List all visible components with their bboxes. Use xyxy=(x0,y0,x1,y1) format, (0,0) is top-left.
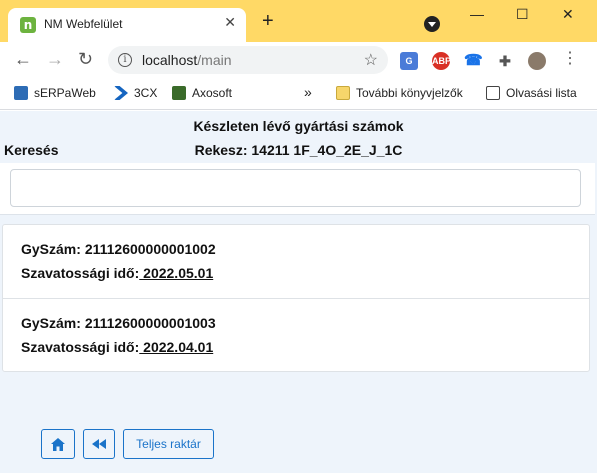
list-item[interactable]: GySzám: 21112600000001003 Szavatossági i… xyxy=(3,298,589,371)
rewind-icon xyxy=(92,439,106,449)
serial-label: GySzám: xyxy=(21,315,85,331)
back-button[interactable] xyxy=(83,429,115,459)
3cx-icon xyxy=(114,86,128,100)
warranty-date: 2022.04.01 xyxy=(139,339,214,355)
axosoft-icon xyxy=(172,86,186,100)
url-path: /main xyxy=(197,52,232,68)
serial-value: 21112600000001002 xyxy=(84,241,216,257)
serpaweb-icon xyxy=(14,86,28,100)
warranty-date: 2022.05.01 xyxy=(139,265,214,281)
search-section xyxy=(0,163,595,215)
url-host: localhost xyxy=(142,52,198,68)
other-bookmarks[interactable]: További könyvjelzők xyxy=(336,86,463,100)
bookmark-star-icon[interactable]: ☆ xyxy=(364,50,378,70)
search-input[interactable] xyxy=(10,169,581,207)
folder-icon xyxy=(336,86,350,100)
shelf-label: Rekesz: 14211 1F_4O_2E_J_1C xyxy=(194,142,403,158)
full-stock-button[interactable]: Teljes raktár xyxy=(123,429,214,459)
profile-avatar[interactable] xyxy=(528,52,546,70)
tab-search-icon[interactable] xyxy=(424,16,440,32)
bookmarks-bar: sERPaWeb 3CX Axosoft » További könyvjelz… xyxy=(0,78,597,110)
bookmark-3cx[interactable]: 3CX xyxy=(114,86,157,100)
serial-number: GySzám: 21112600000001002 xyxy=(21,241,216,257)
serial-number: GySzám: 21112600000001003 xyxy=(21,315,216,331)
google-translate-icon[interactable]: G xyxy=(400,52,418,70)
bookmark-label: Axosoft xyxy=(192,86,233,100)
warranty: Szavatossági idő: 2022.05.01 xyxy=(21,265,213,281)
list-item[interactable]: GySzám: 21112600000001002 Szavatossági i… xyxy=(3,225,589,298)
extensions-puzzle-icon[interactable]: ✚ xyxy=(496,52,514,70)
maximize-button[interactable]: ☐ xyxy=(516,6,529,23)
page-content: Készleten lévő gyártási számok Keresés R… xyxy=(0,111,597,473)
adblock-plus-icon[interactable]: ABP xyxy=(432,52,451,70)
warranty-label: Szavatossági idő: xyxy=(21,265,140,281)
page-title: Készleten lévő gyártási számok xyxy=(193,118,404,134)
forward-arrow-icon[interactable]: → xyxy=(46,50,64,68)
info-icon[interactable]: i xyxy=(118,53,132,67)
menu-kebab-icon[interactable]: ⋮ xyxy=(562,50,578,68)
reading-list-icon xyxy=(486,86,500,100)
nm-favicon-icon: n xyxy=(20,17,36,33)
browser-tab[interactable]: n NM Webfelület ✕ xyxy=(8,8,246,42)
serial-label: GySzám: xyxy=(21,241,85,257)
tab-close-icon[interactable]: ✕ xyxy=(224,14,236,31)
reading-list-label: Olvasási lista xyxy=(506,86,577,100)
url-text[interactable]: localhost/main xyxy=(142,52,232,68)
home-button[interactable] xyxy=(41,429,75,459)
bookmark-serpaweb[interactable]: sERPaWeb xyxy=(14,86,96,100)
tab-title: NM Webfelület xyxy=(44,17,123,31)
home-icon xyxy=(51,437,65,451)
other-bookmarks-label: További könyvjelzők xyxy=(356,86,463,100)
warranty: Szavatossági idő: 2022.04.01 xyxy=(21,339,213,355)
back-arrow-icon[interactable]: ← xyxy=(14,50,32,68)
bookmarks-overflow-icon[interactable]: » xyxy=(304,84,312,100)
address-bar[interactable]: i localhost/main ☆ xyxy=(108,46,388,74)
serial-value: 21112600000001003 xyxy=(84,315,216,331)
warranty-label: Szavatossági idő: xyxy=(21,339,140,355)
page-header: Készleten lévő gyártási számok Keresés R… xyxy=(0,111,597,163)
new-tab-button[interactable]: + xyxy=(262,11,274,31)
serial-list: GySzám: 21112600000001002 Szavatossági i… xyxy=(2,224,590,372)
address-bar-row: ← → ↻ i localhost/main ☆ G ABP ☎ ✚ ⋮ xyxy=(0,42,597,78)
minimize-button[interactable]: — xyxy=(470,6,484,22)
browser-tabbar: n NM Webfelület ✕ + — ☐ ✕ xyxy=(0,0,597,42)
bookmark-label: sERPaWeb xyxy=(34,86,96,100)
bookmark-label: 3CX xyxy=(134,86,158,100)
close-window-button[interactable]: ✕ xyxy=(562,6,574,23)
reading-list[interactable]: Olvasási lista xyxy=(486,86,577,100)
bookmark-axosoft[interactable]: Axosoft xyxy=(172,86,232,100)
reload-icon[interactable]: ↻ xyxy=(78,50,93,68)
phone-extension-icon[interactable]: ☎ xyxy=(464,52,483,70)
